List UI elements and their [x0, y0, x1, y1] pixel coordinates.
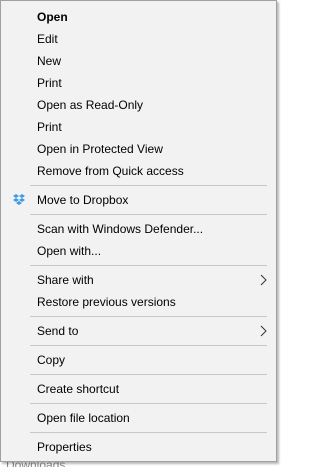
menu-separator [30, 316, 267, 317]
menu-item-move-to-dropbox[interactable]: Move to Dropbox [1, 189, 276, 211]
menu-item-restore-versions[interactable]: Restore previous versions [1, 291, 276, 313]
menu-separator [30, 214, 267, 215]
menu-item-open[interactable]: Open [1, 6, 276, 28]
menu-separator [30, 345, 267, 346]
menu-item-label: Send to [37, 324, 79, 338]
chevron-right-icon [260, 274, 267, 286]
menu-separator [30, 403, 267, 404]
menu-item-send-to[interactable]: Send to [1, 320, 276, 342]
menu-item-edit[interactable]: Edit [1, 28, 276, 50]
menu-separator [30, 265, 267, 266]
menu-item-properties[interactable]: Properties [1, 436, 276, 458]
menu-item-label: Share with [37, 273, 94, 287]
menu-separator [30, 374, 267, 375]
menu-item-remove-quick-access[interactable]: Remove from Quick access [1, 160, 276, 182]
chevron-right-icon [260, 325, 267, 337]
menu-separator [30, 185, 267, 186]
menu-item-print[interactable]: Print [1, 72, 276, 94]
menu-item-open-with[interactable]: Open with... [1, 240, 276, 262]
screen: Downloads Open Edit New Print Open as Re… [0, 0, 281, 467]
menu-item-scan-defender[interactable]: Scan with Windows Defender... [1, 218, 276, 240]
menu-item-open-read-only[interactable]: Open as Read-Only [1, 94, 276, 116]
menu-separator [30, 432, 267, 433]
menu-item-print-2[interactable]: Print [1, 116, 276, 138]
menu-item-open-file-location[interactable]: Open file location [1, 407, 276, 429]
menu-item-share-with[interactable]: Share with [1, 269, 276, 291]
menu-item-label: Move to Dropbox [37, 193, 129, 207]
dropbox-icon [13, 194, 25, 205]
menu-item-new[interactable]: New [1, 50, 276, 72]
context-menu: Open Edit New Print Open as Read-Only Pr… [0, 0, 277, 462]
menu-item-open-protected-view[interactable]: Open in Protected View [1, 138, 276, 160]
menu-item-create-shortcut[interactable]: Create shortcut [1, 378, 276, 400]
menu-item-copy[interactable]: Copy [1, 349, 276, 371]
